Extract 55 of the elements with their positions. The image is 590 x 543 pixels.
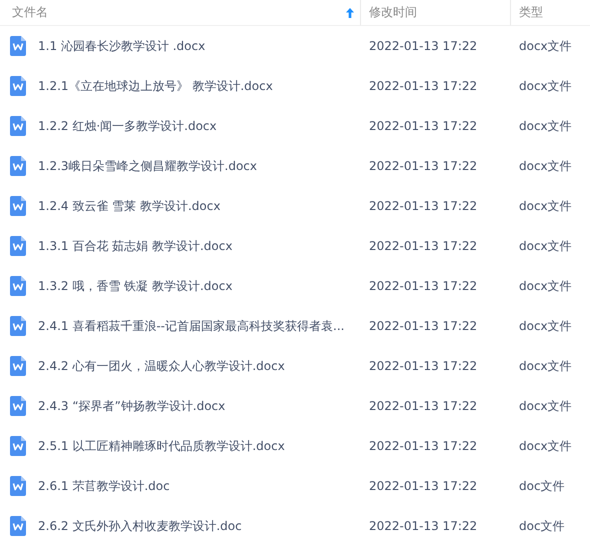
modified-time: 2022-01-13 17:22 [369, 39, 478, 53]
document-icon [10, 276, 26, 296]
document-icon [10, 316, 26, 336]
modified-time: 2022-01-13 17:22 [369, 319, 478, 333]
document-icon [10, 116, 26, 136]
file-name[interactable]: 1.2.4 致云雀 雪莱 教学设计.docx [38, 198, 220, 214]
file-name[interactable]: 1.3.2 哦，香雪 铁凝 教学设计.docx [38, 278, 232, 294]
modified-time: 2022-01-13 17:22 [369, 479, 478, 493]
document-icon [10, 236, 26, 256]
file-type: docx文件 [519, 318, 572, 334]
modified-time: 2022-01-13 17:22 [369, 439, 478, 453]
document-icon [10, 476, 26, 496]
file-type: docx文件 [519, 278, 572, 294]
file-name[interactable]: 2.4.2 心有一团火，温暖众人心教学设计.docx [38, 358, 285, 374]
modified-time: 2022-01-13 17:22 [369, 519, 478, 533]
modified-time: 2022-01-13 17:22 [369, 279, 478, 293]
file-type: doc文件 [519, 478, 565, 494]
modified-time: 2022-01-13 17:22 [369, 119, 478, 133]
file-name[interactable]: 2.6.2 文氏外孙入村收麦教学设计.doc [38, 518, 242, 534]
document-icon [10, 36, 26, 56]
column-header[interactable]: 修改时间 [360, 0, 510, 26]
file-name[interactable]: 1.1 沁园春长沙教学设计 .docx [38, 38, 206, 54]
file-type: docx文件 [519, 238, 572, 254]
document-icon [10, 156, 26, 176]
file-name[interactable]: 2.4.3 “探界者”钟扬教学设计.docx [38, 398, 226, 414]
file-type: doc文件 [519, 518, 565, 534]
file-type: docx文件 [519, 78, 572, 94]
document-icon [10, 196, 26, 216]
modified-time: 2022-01-13 17:22 [369, 199, 478, 213]
file-name[interactable]: 2.6.1 芣苢教学设计.doc [38, 478, 170, 494]
file-type: docx文件 [519, 438, 572, 454]
file-type: docx文件 [519, 158, 572, 174]
document-icon [10, 356, 26, 376]
modified-time: 2022-01-13 17:22 [369, 159, 478, 173]
modified-time: 2022-01-13 17:22 [369, 399, 478, 413]
modified-time: 2022-01-13 17:22 [369, 239, 478, 253]
file-name[interactable]: 1.2.1《立在地球边上放号》 教学设计.docx [38, 78, 273, 94]
file-type: docx文件 [519, 398, 572, 414]
modified-time: 2022-01-13 17:22 [369, 79, 478, 93]
file-name[interactable]: 2.4.1 喜看稻菽千重浪--记首届国家最高科技奖获得者袁... [38, 318, 344, 334]
file-name[interactable]: 2.5.1 以工匠精神雕琢时代品质教学设计.docx [38, 438, 285, 454]
file-name[interactable]: 1.2.2 红烛·闻一多教学设计.docx [38, 118, 217, 134]
column-header[interactable]: 类型 [510, 0, 590, 26]
document-icon [10, 516, 26, 536]
document-icon [10, 76, 26, 96]
document-icon [10, 396, 26, 416]
file-name[interactable]: 1.3.1 百合花 茹志娟 教学设计.docx [38, 238, 232, 254]
file-type: docx文件 [519, 118, 572, 134]
document-icon [10, 436, 26, 456]
file-type: docx文件 [519, 38, 572, 54]
file-name[interactable]: 1.2.3峨日朵雪峰之侧昌耀教学设计.docx [38, 158, 258, 174]
column-header[interactable]: 文件名 [0, 0, 360, 26]
file-type: docx文件 [519, 358, 572, 374]
file-type: docx文件 [519, 198, 572, 214]
modified-time: 2022-01-13 17:22 [369, 359, 478, 373]
